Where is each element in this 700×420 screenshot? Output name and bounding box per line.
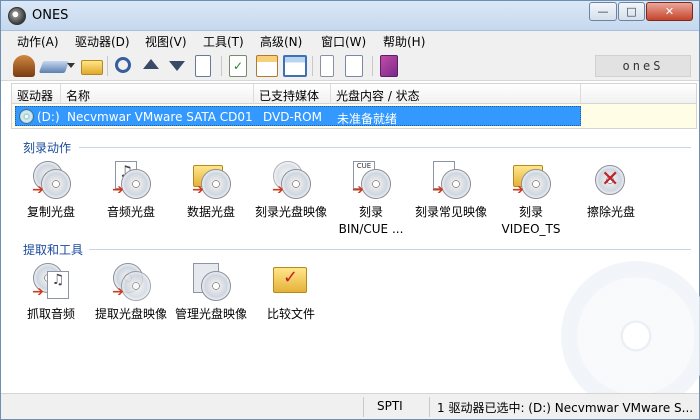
burn-bin-cue-icon: CUE ➔ xyxy=(349,161,393,203)
status-separator xyxy=(363,397,364,417)
view-large-icon[interactable] xyxy=(256,55,278,77)
help-book-icon[interactable] xyxy=(380,55,398,77)
burn-image-button[interactable]: ➔ 刻录光盘映像 xyxy=(249,161,333,221)
toolbar-separator xyxy=(221,56,222,76)
burn-video-ts-icon: ➔ xyxy=(509,161,553,203)
menu-drive[interactable]: 驱动器(D) xyxy=(75,33,130,50)
section-title-burn: 刻录动作 xyxy=(23,141,72,155)
toolbar-separator xyxy=(107,56,108,76)
toolbar-separator xyxy=(372,56,373,76)
title-bar: ONES — □ ✕ xyxy=(1,1,699,31)
burn-common-image-icon: ➔ xyxy=(429,161,473,203)
drive-row[interactable]: (D:) Necvmwar VMware SATA CD01 DVD-ROM 未… xyxy=(15,106,581,126)
brand-logo: oneS xyxy=(595,55,691,77)
audio-disc-button[interactable]: ♫ ➔ 音频光盘 xyxy=(89,161,173,221)
burn-video-ts-button[interactable]: ➔ 刻录 VIDEO_TS xyxy=(489,161,573,238)
status-interface: SPTI xyxy=(377,399,403,413)
action-label: 刻录 xyxy=(358,205,383,219)
menu-tools[interactable]: 工具(T) xyxy=(203,33,244,50)
properties-icon[interactable] xyxy=(115,57,131,73)
burn-common-image-button[interactable]: ➔ 刻录常见映像 xyxy=(409,161,493,221)
close-button[interactable]: ✕ xyxy=(646,2,693,21)
copy-disc-icon: ➔ xyxy=(29,161,73,203)
action-label: 刻录常见映像 xyxy=(414,205,487,219)
column-drive[interactable]: 驱动器 xyxy=(17,87,53,104)
rip-audio-button[interactable]: ♫ ➔ 抓取音频 xyxy=(9,263,93,323)
column-divider[interactable] xyxy=(60,84,61,104)
toolbar: ✓ oneS xyxy=(1,51,699,81)
action-label: 擦除光盘 xyxy=(586,205,635,219)
action-label-line2: VIDEO_TS xyxy=(501,222,561,236)
column-divider[interactable] xyxy=(580,84,581,104)
open-folder-icon[interactable] xyxy=(81,60,103,75)
compare-files-icon: ✓ xyxy=(269,263,313,305)
rip-audio-icon: ♫ ➔ xyxy=(29,263,73,305)
app-logo-icon xyxy=(8,7,26,25)
section-divider xyxy=(89,249,691,250)
view-details-icon[interactable] xyxy=(283,55,307,77)
load-tray-icon[interactable] xyxy=(169,61,185,71)
app-window: ONES — □ ✕ 动作(A) 驱动器(D) 视图(V) 工具(T) 高级(N… xyxy=(0,0,700,420)
audio-disc-icon: ♫ ➔ xyxy=(109,161,153,203)
action-label: 管理光盘映像 xyxy=(174,307,247,321)
manage-images-button[interactable]: 管理光盘映像 xyxy=(169,263,253,323)
toolbar-separator xyxy=(312,56,313,76)
edit-icon[interactable] xyxy=(345,55,363,77)
status-selection: 1 驱动器已选中: (D:) Necvmwar VMware S... xyxy=(437,401,694,415)
extract-image-icon: ➔ xyxy=(109,263,153,305)
data-disc-button[interactable]: ➔ 数据光盘 xyxy=(169,161,253,221)
data-disc-icon: ➔ xyxy=(189,161,233,203)
column-media[interactable]: 已支持媒体 xyxy=(259,87,319,104)
action-label: 复制光盘 xyxy=(26,205,75,219)
action-label: 抓取音频 xyxy=(26,307,75,321)
drive-status: 未准备就绪 xyxy=(337,112,398,126)
action-label: 音频光盘 xyxy=(106,205,155,219)
erase-disc-icon: ✕ xyxy=(589,161,633,203)
burn-bin-cue-button[interactable]: CUE ➔ 刻录 BIN/CUE ... xyxy=(329,161,413,238)
action-label-line2: BIN/CUE ... xyxy=(338,222,404,236)
drive-media: DVD-ROM xyxy=(263,110,322,124)
maximize-button[interactable]: □ xyxy=(618,2,645,21)
status-bar: SPTI 1 驱动器已选中: (D:) Necvmwar VMware S... xyxy=(1,393,699,419)
chevron-down-icon[interactable] xyxy=(67,63,75,69)
drive-dropdown-icon[interactable] xyxy=(38,61,70,73)
verify-icon[interactable]: ✓ xyxy=(229,55,247,77)
copy-disc-button[interactable]: ➔ 复制光盘 xyxy=(9,161,93,221)
minimize-button[interactable]: — xyxy=(589,2,617,21)
action-label: 提取光盘映像 xyxy=(94,307,167,321)
cd-drive-icon xyxy=(19,109,34,124)
window-title: ONES xyxy=(32,8,69,23)
watermark-disc-image xyxy=(561,261,700,411)
wizard-icon[interactable] xyxy=(13,55,35,77)
eject-icon[interactable] xyxy=(143,59,159,69)
notes-icon[interactable] xyxy=(320,55,334,77)
manage-images-icon xyxy=(189,263,233,305)
menu-window[interactable]: 窗口(W) xyxy=(321,33,366,50)
action-label: 刻录光盘映像 xyxy=(254,205,327,219)
drive-name: Necvmwar VMware SATA CD01 xyxy=(67,110,253,124)
column-divider[interactable] xyxy=(253,84,254,104)
menu-advanced[interactable]: 高级(N) xyxy=(260,33,302,50)
section-divider xyxy=(79,147,691,148)
action-label: 比较文件 xyxy=(266,307,315,321)
status-separator xyxy=(429,397,430,417)
section-title-extract: 提取和工具 xyxy=(23,243,84,257)
menu-help[interactable]: 帮助(H) xyxy=(383,33,425,50)
column-divider[interactable] xyxy=(330,84,331,104)
action-label: 数据光盘 xyxy=(186,205,235,219)
column-status[interactable]: 光盘内容 / 状态 xyxy=(336,87,420,104)
drive-letter: (D:) xyxy=(37,110,60,124)
compare-files-button[interactable]: ✓ 比较文件 xyxy=(249,263,333,323)
drive-list-header: 驱动器 名称 已支持媒体 光盘内容 / 状态 xyxy=(12,84,696,104)
erase-disc-button[interactable]: ✕ 擦除光盘 xyxy=(569,161,653,221)
extract-image-button[interactable]: ➔ 提取光盘映像 xyxy=(89,263,173,323)
action-label: 刻录 xyxy=(518,205,543,219)
menu-bar: 动作(A) 驱动器(D) 视图(V) 工具(T) 高级(N) 窗口(W) 帮助(… xyxy=(1,31,699,51)
menu-action[interactable]: 动作(A) xyxy=(17,33,59,50)
column-name[interactable]: 名称 xyxy=(66,87,90,104)
drive-list[interactable]: 驱动器 名称 已支持媒体 光盘内容 / 状态 (D:) Necvmwar VMw… xyxy=(11,83,697,129)
burn-image-icon: ➔ xyxy=(269,161,313,203)
menu-view[interactable]: 视图(V) xyxy=(145,33,187,50)
log-icon[interactable] xyxy=(195,55,211,77)
